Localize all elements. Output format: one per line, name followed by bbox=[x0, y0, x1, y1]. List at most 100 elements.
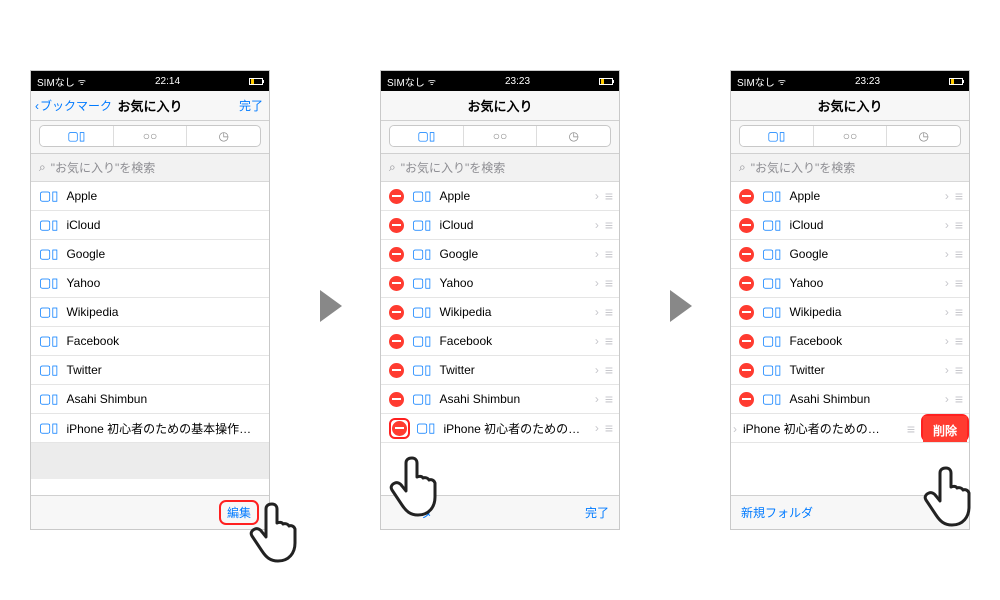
segmented-control[interactable]: ▢▯ ○○ ◷ bbox=[39, 125, 261, 147]
seg-glasses-icon[interactable]: ○○ bbox=[814, 126, 888, 146]
delete-minus-icon[interactable] bbox=[389, 276, 404, 291]
row-label: Yahoo bbox=[439, 276, 590, 290]
reorder-grip-icon[interactable]: ≡ bbox=[955, 188, 961, 204]
bookmark-row[interactable]: ▢▯Asahi Shimbun›≡ bbox=[381, 385, 619, 414]
delete-minus-icon[interactable] bbox=[739, 218, 754, 233]
seg-clock-icon[interactable]: ◷ bbox=[887, 126, 960, 146]
chevron-right-icon: › bbox=[945, 276, 949, 290]
row-label: Apple bbox=[789, 189, 940, 203]
delete-minus-icon[interactable] bbox=[392, 421, 407, 436]
toolbar: 編集 bbox=[31, 495, 269, 529]
bookmark-row[interactable]: ▢▯Wikipedia›≡ bbox=[381, 298, 619, 327]
bookmark-row[interactable]: ▢▯Twitter bbox=[31, 356, 269, 385]
delete-minus-icon[interactable] bbox=[739, 334, 754, 349]
bookmark-row[interactable]: ▢▯iCloud›≡ bbox=[731, 211, 969, 240]
segmented-control[interactable]: ▢▯ ○○ ◷ bbox=[389, 125, 611, 147]
bookmark-row[interactable]: ▢▯Facebook bbox=[31, 327, 269, 356]
delete-minus-icon[interactable] bbox=[389, 247, 404, 262]
reorder-grip-icon[interactable]: ≡ bbox=[955, 333, 961, 349]
bookmark-row[interactable]: ▢▯Apple›≡ bbox=[731, 182, 969, 211]
bookmark-row[interactable]: ▢▯Twitter›≡ bbox=[731, 356, 969, 385]
reorder-grip-icon[interactable]: ≡ bbox=[955, 246, 961, 262]
bookmark-row[interactable]: ▢▯Asahi Shimbun bbox=[31, 385, 269, 414]
bookmark-row[interactable]: ▢▯Wikipedia›≡ bbox=[731, 298, 969, 327]
reorder-grip-icon[interactable]: ≡ bbox=[605, 246, 611, 262]
done-button[interactable]: 完了 bbox=[239, 97, 263, 114]
arrow-icon bbox=[670, 290, 692, 322]
book-icon: ▢▯ bbox=[762, 188, 781, 204]
bookmark-row[interactable]: ▢▯Twitter›≡ bbox=[381, 356, 619, 385]
seg-glasses-icon[interactable]: ○○ bbox=[464, 126, 538, 146]
clock: 23:23 bbox=[505, 76, 530, 87]
chevron-right-icon: › bbox=[733, 422, 737, 436]
chevron-right-icon: › bbox=[595, 392, 599, 406]
seg-clock-icon[interactable]: ◷ bbox=[187, 126, 260, 146]
seg-book-icon[interactable]: ▢▯ bbox=[390, 126, 464, 146]
search-field[interactable]: ⌕ "お気に入り"を検索 bbox=[381, 154, 619, 182]
bookmark-row[interactable]: ▢▯Yahoo bbox=[31, 269, 269, 298]
delete-minus-icon[interactable] bbox=[739, 392, 754, 407]
nav-bar: ‹ ブックマーク お気に入り 完了 bbox=[31, 91, 269, 121]
bookmark-row[interactable]: ▢▯Asahi Shimbun›≡ bbox=[731, 385, 969, 414]
bookmark-row[interactable]: ▢▯iCloud bbox=[31, 211, 269, 240]
bookmark-row[interactable]: ▢▯Google bbox=[31, 240, 269, 269]
chevron-right-icon: › bbox=[945, 305, 949, 319]
delete-minus-icon[interactable] bbox=[739, 363, 754, 378]
delete-minus-icon[interactable] bbox=[389, 305, 404, 320]
reorder-grip-icon[interactable]: ≡ bbox=[955, 391, 961, 407]
bookmark-row[interactable]: ▢▯Facebook›≡ bbox=[731, 327, 969, 356]
reorder-grip-icon[interactable]: ≡ bbox=[907, 421, 913, 437]
book-icon: ▢▯ bbox=[762, 246, 781, 262]
row-label: Facebook bbox=[439, 334, 590, 348]
row-label: iCloud bbox=[66, 218, 261, 232]
bookmark-row[interactable]: ▢▯Google›≡ bbox=[731, 240, 969, 269]
bookmark-row[interactable]: ▢▯Apple bbox=[31, 182, 269, 211]
reorder-grip-icon[interactable]: ≡ bbox=[605, 304, 611, 320]
book-icon: ▢▯ bbox=[762, 333, 781, 349]
seg-book-icon[interactable]: ▢▯ bbox=[40, 126, 114, 146]
seg-clock-icon[interactable]: ◷ bbox=[537, 126, 610, 146]
reorder-grip-icon[interactable]: ≡ bbox=[605, 420, 611, 436]
reorder-grip-icon[interactable]: ≡ bbox=[605, 275, 611, 291]
reorder-grip-icon[interactable]: ≡ bbox=[605, 333, 611, 349]
delete-minus-icon[interactable] bbox=[389, 334, 404, 349]
reorder-grip-icon[interactable]: ≡ bbox=[955, 362, 961, 378]
reorder-grip-icon[interactable]: ≡ bbox=[955, 217, 961, 233]
delete-minus-icon[interactable] bbox=[389, 218, 404, 233]
bookmark-row[interactable]: ▢▯Facebook›≡ bbox=[381, 327, 619, 356]
bookmark-row[interactable]: ▢▯iPhone 初心者のための…›≡ bbox=[381, 414, 619, 443]
bookmark-row[interactable]: ▢▯Apple›≡ bbox=[381, 182, 619, 211]
segmented-control[interactable]: ▢▯ ○○ ◷ bbox=[739, 125, 961, 147]
back-button[interactable]: ‹ ブックマーク bbox=[35, 97, 112, 114]
reorder-grip-icon[interactable]: ≡ bbox=[605, 188, 611, 204]
delete-minus-icon[interactable] bbox=[389, 392, 404, 407]
reorder-grip-icon[interactable]: ≡ bbox=[955, 304, 961, 320]
bookmark-row-swiped[interactable]: ›iPhone 初心者のための…≡削除 bbox=[731, 414, 969, 443]
new-folder-button[interactable]: 新規フォルダ bbox=[741, 504, 813, 521]
bookmark-row[interactable]: ▢▯Yahoo›≡ bbox=[381, 269, 619, 298]
status-bar: SIMなし ᯤ 23:23 bbox=[381, 71, 619, 91]
delete-minus-icon[interactable] bbox=[739, 305, 754, 320]
done-button[interactable]: 完了 bbox=[585, 504, 609, 521]
delete-minus-icon[interactable] bbox=[389, 189, 404, 204]
delete-minus-icon[interactable] bbox=[739, 247, 754, 262]
delete-minus-icon[interactable] bbox=[389, 363, 404, 378]
bookmark-row[interactable]: ▢▯Yahoo›≡ bbox=[731, 269, 969, 298]
reorder-grip-icon[interactable]: ≡ bbox=[605, 217, 611, 233]
search-field[interactable]: ⌕ "お気に入り"を検索 bbox=[731, 154, 969, 182]
search-field[interactable]: ⌕ "お気に入り"を検索 bbox=[31, 154, 269, 182]
bookmark-row[interactable]: ▢▯Google›≡ bbox=[381, 240, 619, 269]
delete-minus-icon[interactable] bbox=[739, 189, 754, 204]
reorder-grip-icon[interactable]: ≡ bbox=[605, 391, 611, 407]
chevron-right-icon: › bbox=[945, 334, 949, 348]
reorder-grip-icon[interactable]: ≡ bbox=[955, 275, 961, 291]
delete-minus-icon[interactable] bbox=[739, 276, 754, 291]
seg-glasses-icon[interactable]: ○○ bbox=[114, 126, 188, 146]
tap-hand-icon bbox=[248, 498, 308, 568]
bookmark-row[interactable]: ▢▯iCloud›≡ bbox=[381, 211, 619, 240]
bookmark-row[interactable]: ▢▯Wikipedia bbox=[31, 298, 269, 327]
reorder-grip-icon[interactable]: ≡ bbox=[605, 362, 611, 378]
delete-button[interactable]: 削除 bbox=[923, 416, 967, 443]
seg-book-icon[interactable]: ▢▯ bbox=[740, 126, 814, 146]
bookmark-row[interactable]: ▢▯iPhone 初心者のための基本操作方法 | i... bbox=[31, 414, 269, 443]
